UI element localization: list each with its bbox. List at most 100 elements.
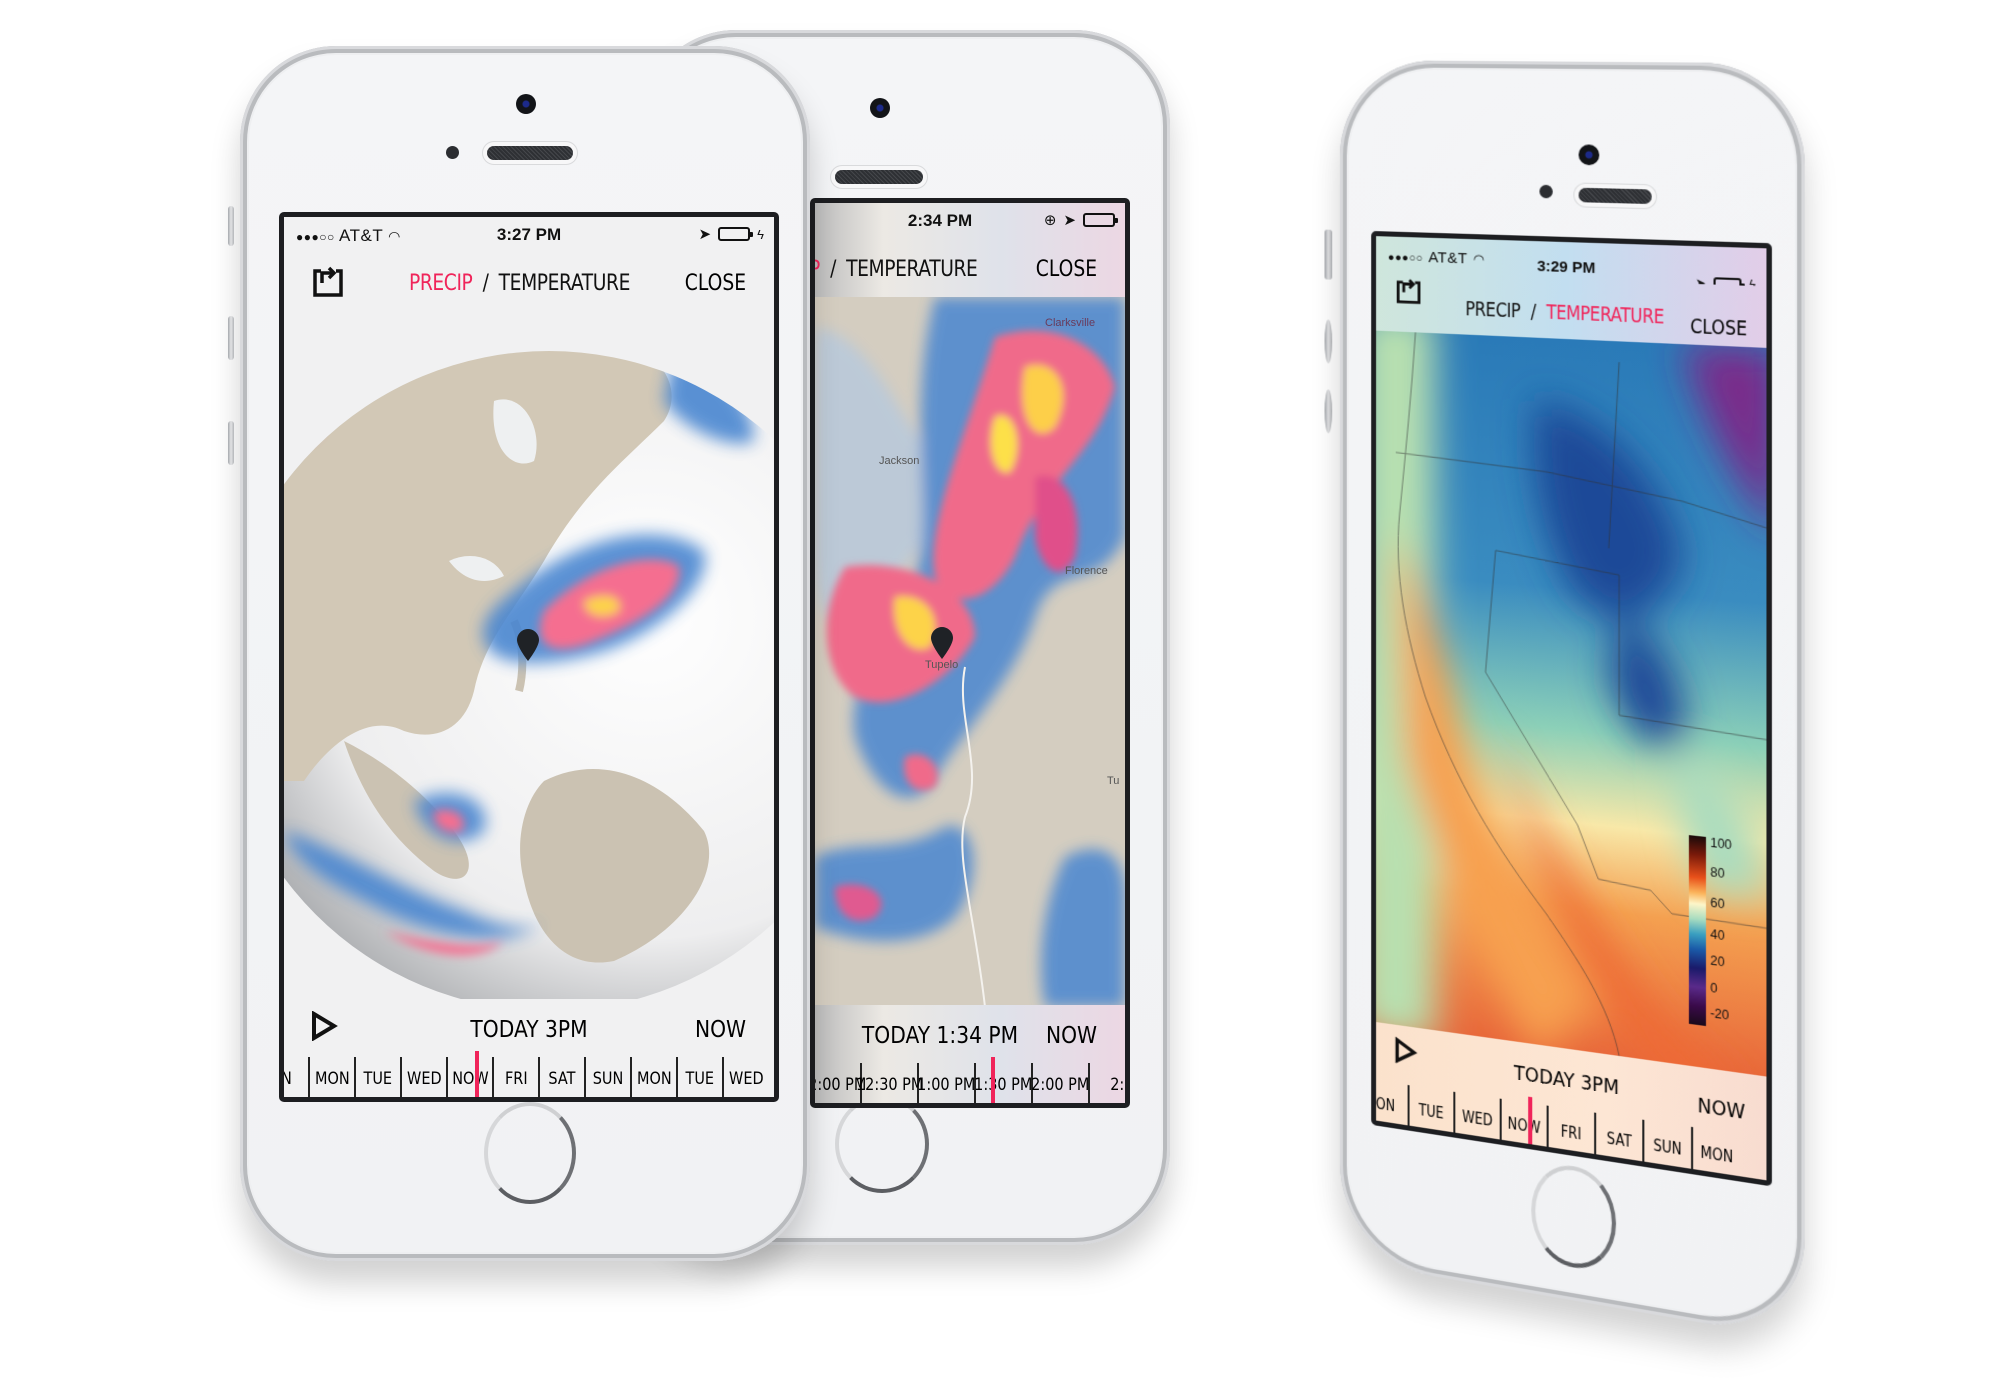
timeline-tick-current[interactable]: NOW <box>446 1057 492 1097</box>
timeline-tick-current[interactable]: NOW <box>1499 1098 1547 1147</box>
close-button[interactable]: CLOSE <box>1690 315 1747 341</box>
screen-right: ●●●○○ AT&T ◠ 3:29 PM ➤ ϟ PRECIP / TEMPERAT… <box>1371 230 1772 1187</box>
phone-right-wrapper: ●●●○○ AT&T ◠ 3:29 PM ➤ ϟ PRECIP / TEMPERAT… <box>1324 60 1805 1341</box>
timeline-tick[interactable]: TUE <box>1407 1084 1454 1133</box>
earpiece-speaker <box>835 170 923 184</box>
timeline-tick[interactable]: 12:00 PM <box>815 1063 866 1103</box>
globe-map[interactable] <box>284 311 774 999</box>
tab-precip[interactable]: P <box>815 257 820 282</box>
timeline-tick[interactable]: SAT <box>538 1057 584 1097</box>
timeline-scrubber[interactable]: 12:00 PM 12:30 PM 1:00 PM 1:30 PM 2:00 P… <box>815 1063 1125 1103</box>
timeline-tick[interactable]: 2:00 PM <box>1031 1063 1090 1103</box>
front-camera <box>870 98 890 118</box>
proximity-sensor <box>446 146 459 159</box>
legend-label: 0 <box>1710 980 1718 997</box>
rotation-lock-icon: ⊕ <box>1043 212 1057 229</box>
now-button[interactable]: NOW <box>1697 1092 1745 1124</box>
legend-label: 60 <box>1710 895 1725 912</box>
home-button[interactable] <box>484 1102 576 1204</box>
timeline-cursor[interactable] <box>475 1051 479 1097</box>
status-bar: ●●●○○ AT&T ◠ 3:27 PM ➤ ϟ <box>284 217 774 253</box>
legend-label: 100 <box>1710 835 1732 853</box>
radar-overlay <box>815 297 1125 1005</box>
city-label-tu: Tu <box>1107 775 1120 787</box>
battery-icon <box>718 227 754 241</box>
home-button[interactable] <box>1531 1159 1617 1275</box>
tab-temperature[interactable]: TEMPERATURE <box>846 257 978 282</box>
location-arrow-icon: ➤ <box>698 226 712 243</box>
timeline-tick[interactable]: 12:30 PM <box>856 1063 923 1103</box>
timeline-tick[interactable]: 2: <box>1088 1063 1125 1103</box>
share-icon[interactable] <box>312 265 344 303</box>
nav-bar: PRECIP / TEMPERATURE CLOSE <box>284 253 774 311</box>
share-icon[interactable] <box>1396 277 1422 310</box>
front-camera <box>1578 144 1600 166</box>
now-button[interactable]: NOW <box>695 1017 746 1043</box>
tab-precip[interactable]: PRECIP <box>1465 298 1520 323</box>
screen-middle: 2:34 PM ⊕ ➤ P / TEMPERATURE CLOSE Clarks… <box>810 198 1130 1108</box>
city-label-florence: Florence <box>1065 565 1108 577</box>
location-arrow-icon: ➤ <box>1063 212 1076 229</box>
timeline-tick[interactable]: MON <box>630 1057 676 1097</box>
timeline-tick[interactable]: TUE <box>354 1057 400 1097</box>
home-button[interactable] <box>835 1095 929 1193</box>
timeline-tick[interactable]: SUN <box>1642 1119 1692 1169</box>
timeline-tick[interactable]: ON <box>1371 1078 1408 1126</box>
volume-down-button[interactable] <box>1324 389 1333 434</box>
mute-switch[interactable] <box>228 206 234 246</box>
legend-label: 80 <box>1710 864 1725 882</box>
timeline-tick[interactable]: SAT <box>1594 1112 1643 1162</box>
city-label-jackson: Jackson <box>879 455 920 467</box>
city-label-clarksville: Clarksville <box>1045 317 1096 329</box>
timeline-tick[interactable]: 1:00 PM <box>917 1063 976 1103</box>
status-bar: 2:34 PM ⊕ ➤ <box>815 203 1125 239</box>
legend-label: -20 <box>1710 1005 1729 1023</box>
front-camera <box>516 94 536 114</box>
volume-up-button[interactable] <box>1324 319 1333 364</box>
timeline-panel: TODAY 3PM NOW N MON TUE WED NOW FRI SAT … <box>284 999 774 1097</box>
timeline-tick[interactable]: SUN <box>584 1057 630 1097</box>
nav-bar: P / TEMPERATURE CLOSE <box>810 257 1097 282</box>
timeline-cursor[interactable] <box>991 1057 995 1103</box>
city-label-tupelo: Tupelo <box>925 659 959 671</box>
earpiece-speaker <box>487 146 573 160</box>
earpiece-speaker <box>1578 187 1652 205</box>
temperature-map[interactable]: 100 80 60 40 20 0 -20 <box>1376 330 1767 1077</box>
mute-switch[interactable] <box>1324 229 1333 280</box>
phone-right: ●●●○○ AT&T ◠ 3:29 PM ➤ ϟ PRECIP / TEMPERAT… <box>1340 60 1805 1341</box>
now-button[interactable]: NOW <box>1046 1023 1097 1049</box>
timeline-tick[interactable]: WED <box>722 1057 768 1097</box>
timeline-tick[interactable]: FRI <box>1546 1105 1595 1154</box>
volume-down-button[interactable] <box>228 421 234 465</box>
timeline-tick[interactable]: TUE <box>676 1057 722 1097</box>
timeline-tick[interactable]: N <box>284 1057 308 1097</box>
timeline-panel: TODAY 1:34 PM NOW 12:00 PM 12:30 PM 1:00… <box>815 1005 1125 1103</box>
location-pin-icon[interactable] <box>931 627 953 659</box>
tab-temperature[interactable]: TEMPERATURE <box>1546 301 1664 329</box>
timeline-tick[interactable]: WED <box>400 1057 446 1097</box>
screen-left: ●●●○○ AT&T ◠ 3:27 PM ➤ ϟ PRECIP / TEMPERAT… <box>279 212 779 1102</box>
current-time-label: TODAY 3PM <box>470 1017 588 1043</box>
proximity-sensor <box>1539 184 1553 199</box>
location-pin-icon[interactable] <box>517 629 539 661</box>
tab-temperature[interactable]: TEMPERATURE <box>499 271 631 296</box>
close-button[interactable]: CLOSE <box>1036 257 1097 282</box>
timeline-cursor[interactable] <box>1528 1096 1533 1145</box>
timeline-tick[interactable]: FRI <box>492 1057 538 1097</box>
phone-left: ●●●○○ AT&T ◠ 3:27 PM ➤ ϟ PRECIP / TEMPERAT… <box>228 46 810 1261</box>
radar-map[interactable]: Clarksville Jackson Florence Tupelo Tu <box>815 297 1125 1005</box>
legend-color-scale <box>1688 835 1706 1027</box>
timeline-tick-current[interactable]: 1:30 PM <box>974 1063 1033 1103</box>
legend-label: 40 <box>1710 926 1725 944</box>
timeline-tick[interactable]: MON <box>308 1057 354 1097</box>
timeline-tick[interactable]: WED <box>1453 1091 1500 1140</box>
volume-up-button[interactable] <box>228 316 234 360</box>
battery-icon <box>1083 213 1118 227</box>
legend-label: 20 <box>1710 953 1725 970</box>
charging-icon: ϟ <box>757 226 764 242</box>
temperature-legend: 100 80 60 40 20 0 -20 <box>1688 835 1758 1033</box>
timeline-scrubber[interactable]: N MON TUE WED NOW FRI SAT SUN MON TUE WE… <box>284 1057 774 1097</box>
timeline-tick[interactable]: MON <box>1691 1126 1741 1177</box>
close-button[interactable]: CLOSE <box>685 271 746 296</box>
tab-precip[interactable]: PRECIP <box>409 271 473 296</box>
